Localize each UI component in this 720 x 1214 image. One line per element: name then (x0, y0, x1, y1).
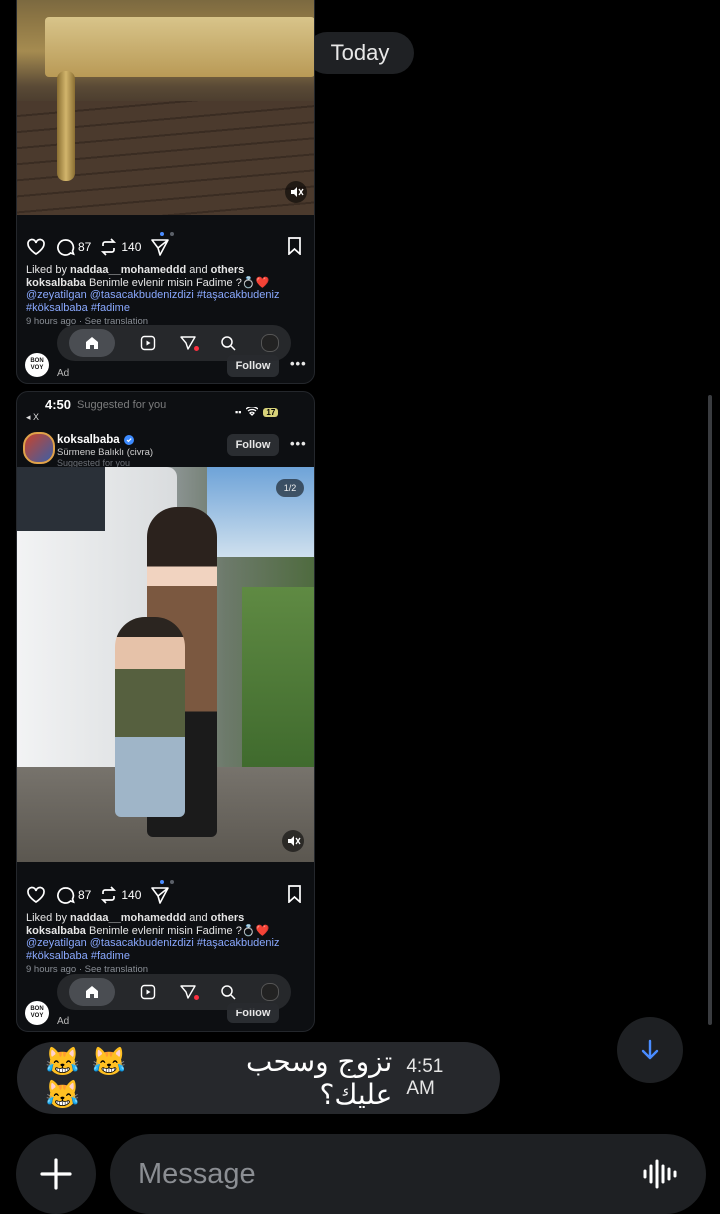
embedded-status-icons: ▪▪ 17 (235, 403, 279, 421)
repost-icon[interactable] (99, 886, 118, 904)
plus-icon (40, 1158, 72, 1190)
bookmark-icon[interactable] (287, 885, 302, 903)
repost-count: 140 (121, 240, 142, 254)
heart-icon[interactable] (26, 886, 46, 904)
comment-icon[interactable] (56, 886, 75, 905)
post-author-avatar[interactable] (23, 432, 55, 464)
follow-button[interactable]: Follow (227, 434, 279, 456)
ad-logo[interactable]: BON VOY (25, 1001, 49, 1025)
caption-hashtags-2[interactable]: #köksalbaba #fadime (26, 950, 311, 963)
comment-icon[interactable] (56, 238, 75, 257)
post-location[interactable]: Sürmene Balıklı (civra) (57, 447, 153, 458)
bookmark-icon[interactable] (287, 237, 302, 255)
liked-by-user[interactable]: naddaa__mohameddd (70, 912, 186, 924)
reels-icon[interactable] (140, 984, 156, 1000)
battery-icon: 17 (263, 407, 279, 417)
verified-icon (123, 435, 134, 445)
man-figure (115, 617, 185, 817)
liked-by-user[interactable]: naddaa__mohameddd (70, 264, 186, 276)
more-options-icon[interactable]: ••• (290, 356, 307, 371)
embedded-status-time: 4:50 (45, 397, 72, 412)
comment-count: 87 (78, 240, 92, 254)
repost-icon[interactable] (99, 238, 118, 256)
message-time: 4:51 AM (406, 1056, 444, 1099)
more-options-icon[interactable]: ••• (290, 436, 307, 451)
search-icon[interactable] (220, 984, 236, 1000)
post-caption: Liked by naddaa__mohameddd and others ko… (26, 264, 311, 329)
embedded-overlay-text: Suggested for you (77, 399, 167, 411)
floating-nav-bar (57, 325, 291, 361)
reels-icon[interactable] (140, 335, 156, 351)
wifi-icon (245, 403, 259, 421)
post-caption: Liked by naddaa__mohameddd and others ko… (26, 912, 311, 977)
voice-icon[interactable] (642, 1157, 678, 1191)
repost-count: 140 (121, 888, 142, 902)
scroll-to-bottom-button[interactable] (617, 1017, 683, 1083)
heart-icon[interactable] (26, 238, 46, 256)
profile-avatar-icon[interactable] (260, 983, 279, 1001)
home-icon[interactable] (69, 329, 116, 357)
ad-label: Ad (57, 1016, 70, 1027)
caption-username[interactable]: koksalbaba (26, 925, 86, 937)
table-top (45, 17, 314, 77)
date-chip: Today (306, 32, 414, 74)
embedded-back: ◂ X (26, 412, 40, 422)
comment-count: 87 (78, 888, 92, 902)
shared-post-card-1[interactable]: 87 140 Liked by naddaa__mohameddd and ot… (16, 0, 315, 384)
page-indicator: 1/2 (276, 479, 304, 497)
caption-hashtags-2[interactable]: #köksalbaba #fadime (26, 302, 311, 315)
post-photo[interactable] (17, 0, 314, 215)
add-attachment-button[interactable] (16, 1134, 96, 1214)
post-author[interactable]: koksalbaba (57, 434, 134, 446)
message-input[interactable]: Message (110, 1134, 706, 1214)
share-icon[interactable] (151, 238, 170, 256)
signal-icon: ▪▪ (235, 407, 242, 417)
table-leg (57, 71, 75, 181)
liked-by: Liked by naddaa__mohameddd and others (26, 912, 245, 924)
send-icon[interactable] (180, 335, 199, 351)
scrollbar[interactable] (708, 395, 712, 1025)
caption-line: koksalbaba Benimle evlenir misin Fadime … (26, 276, 270, 289)
floating-nav-bar (57, 974, 291, 1010)
mute-icon[interactable] (285, 181, 307, 203)
post-photo[interactable]: 1/2 (17, 467, 314, 862)
search-icon[interactable] (220, 335, 236, 351)
caption-line: koksalbaba Benimle evlenir misin Fadime … (26, 924, 270, 937)
shared-post-card-2[interactable]: 4:50 Suggested for you ◂ X ▪▪ 17 koksalb… (16, 391, 315, 1032)
home-icon[interactable] (69, 978, 116, 1006)
message-bubble[interactable]: 😹 😹 😹 تزوج وسحب عليك؟ 4:51 AM (17, 1042, 500, 1114)
profile-avatar-icon[interactable] (260, 334, 279, 352)
message-placeholder: Message (138, 1157, 256, 1190)
liked-by: Liked by naddaa__mohameddd and others (26, 264, 245, 276)
message-text: تزوج وسحب عليك؟ (246, 1045, 393, 1111)
share-icon[interactable] (151, 886, 170, 904)
message-emojis: 😹 😹 😹 (45, 1046, 129, 1110)
post-actions: 87 140 (26, 885, 170, 905)
send-icon[interactable] (180, 984, 199, 1000)
caption-hashtags-1[interactable]: @zeyatilgan @tasacakbudenizdizi #taşacak… (26, 937, 311, 950)
mute-icon[interactable] (282, 830, 304, 852)
caption-username[interactable]: koksalbaba (26, 277, 86, 289)
arrow-down-icon (641, 1039, 659, 1060)
post-actions: 87 140 (26, 237, 170, 257)
ad-label: Ad (57, 368, 70, 379)
caravan-window (17, 467, 105, 531)
ad-logo[interactable]: BON VOY (25, 353, 49, 377)
caption-hashtags-1[interactable]: @zeyatilgan @tasacakbudenizdizi #taşacak… (26, 289, 311, 302)
